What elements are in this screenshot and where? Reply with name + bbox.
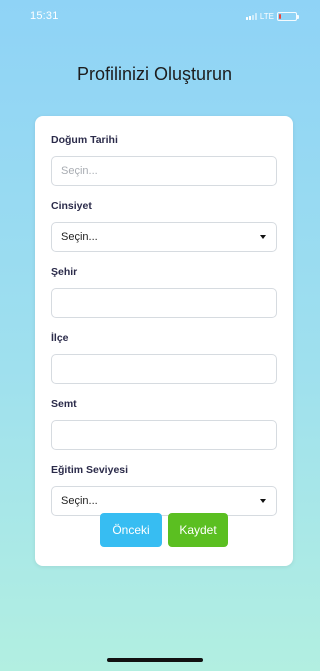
- district-input[interactable]: [61, 363, 266, 375]
- education-selected-value: Seçin...: [61, 495, 98, 507]
- page-title: Profilinizi Oluşturun: [76, 64, 233, 84]
- status-time: 15:31: [30, 10, 59, 22]
- caret-down-icon: [260, 235, 266, 239]
- district-box[interactable]: [51, 354, 277, 384]
- birth-date-input[interactable]: [61, 165, 266, 177]
- profile-form-card: Doğum Tarihi Cinsiyet Seçin... Şehir İlç…: [35, 116, 293, 566]
- gender-field: Cinsiyet Seçin...: [51, 200, 277, 252]
- district-label: İlçe: [51, 332, 69, 344]
- education-field: Eğitim Seviyesi Seçin...: [51, 464, 277, 516]
- status-bar: 15:31 LTE: [0, 0, 309, 40]
- caret-down-icon: [260, 499, 266, 503]
- birth-date-label: Doğum Tarihi: [51, 134, 118, 146]
- birth-date-box[interactable]: [51, 156, 277, 186]
- battery-fill: [279, 14, 281, 19]
- home-indicator[interactable]: [107, 658, 203, 662]
- neighborhood-label: Semt: [51, 398, 77, 410]
- save-button[interactable]: Kaydet: [168, 513, 228, 547]
- education-label: Eğitim Seviyesi: [51, 464, 129, 476]
- education-select[interactable]: Seçin...: [51, 486, 277, 516]
- gender-selected-value: Seçin...: [61, 231, 98, 243]
- city-label: Şehir: [51, 266, 78, 278]
- form-actions: Önceki Kaydet: [35, 513, 293, 547]
- city-box[interactable]: [51, 288, 277, 318]
- city-field: Şehir: [51, 266, 277, 318]
- previous-button[interactable]: Önceki: [100, 513, 162, 547]
- district-field: İlçe: [51, 332, 277, 384]
- birth-date-field: Doğum Tarihi: [51, 134, 277, 186]
- status-indicators: LTE: [245, 12, 299, 21]
- neighborhood-field: Semt: [51, 398, 277, 450]
- signal-icon: [245, 13, 257, 20]
- gender-label: Cinsiyet: [51, 200, 92, 212]
- gender-select[interactable]: Seçin...: [51, 222, 277, 252]
- battery-icon: [277, 12, 299, 21]
- city-input[interactable]: [61, 297, 266, 309]
- neighborhood-box[interactable]: [51, 420, 277, 450]
- network-type: LTE: [259, 12, 274, 21]
- neighborhood-input[interactable]: [61, 429, 266, 441]
